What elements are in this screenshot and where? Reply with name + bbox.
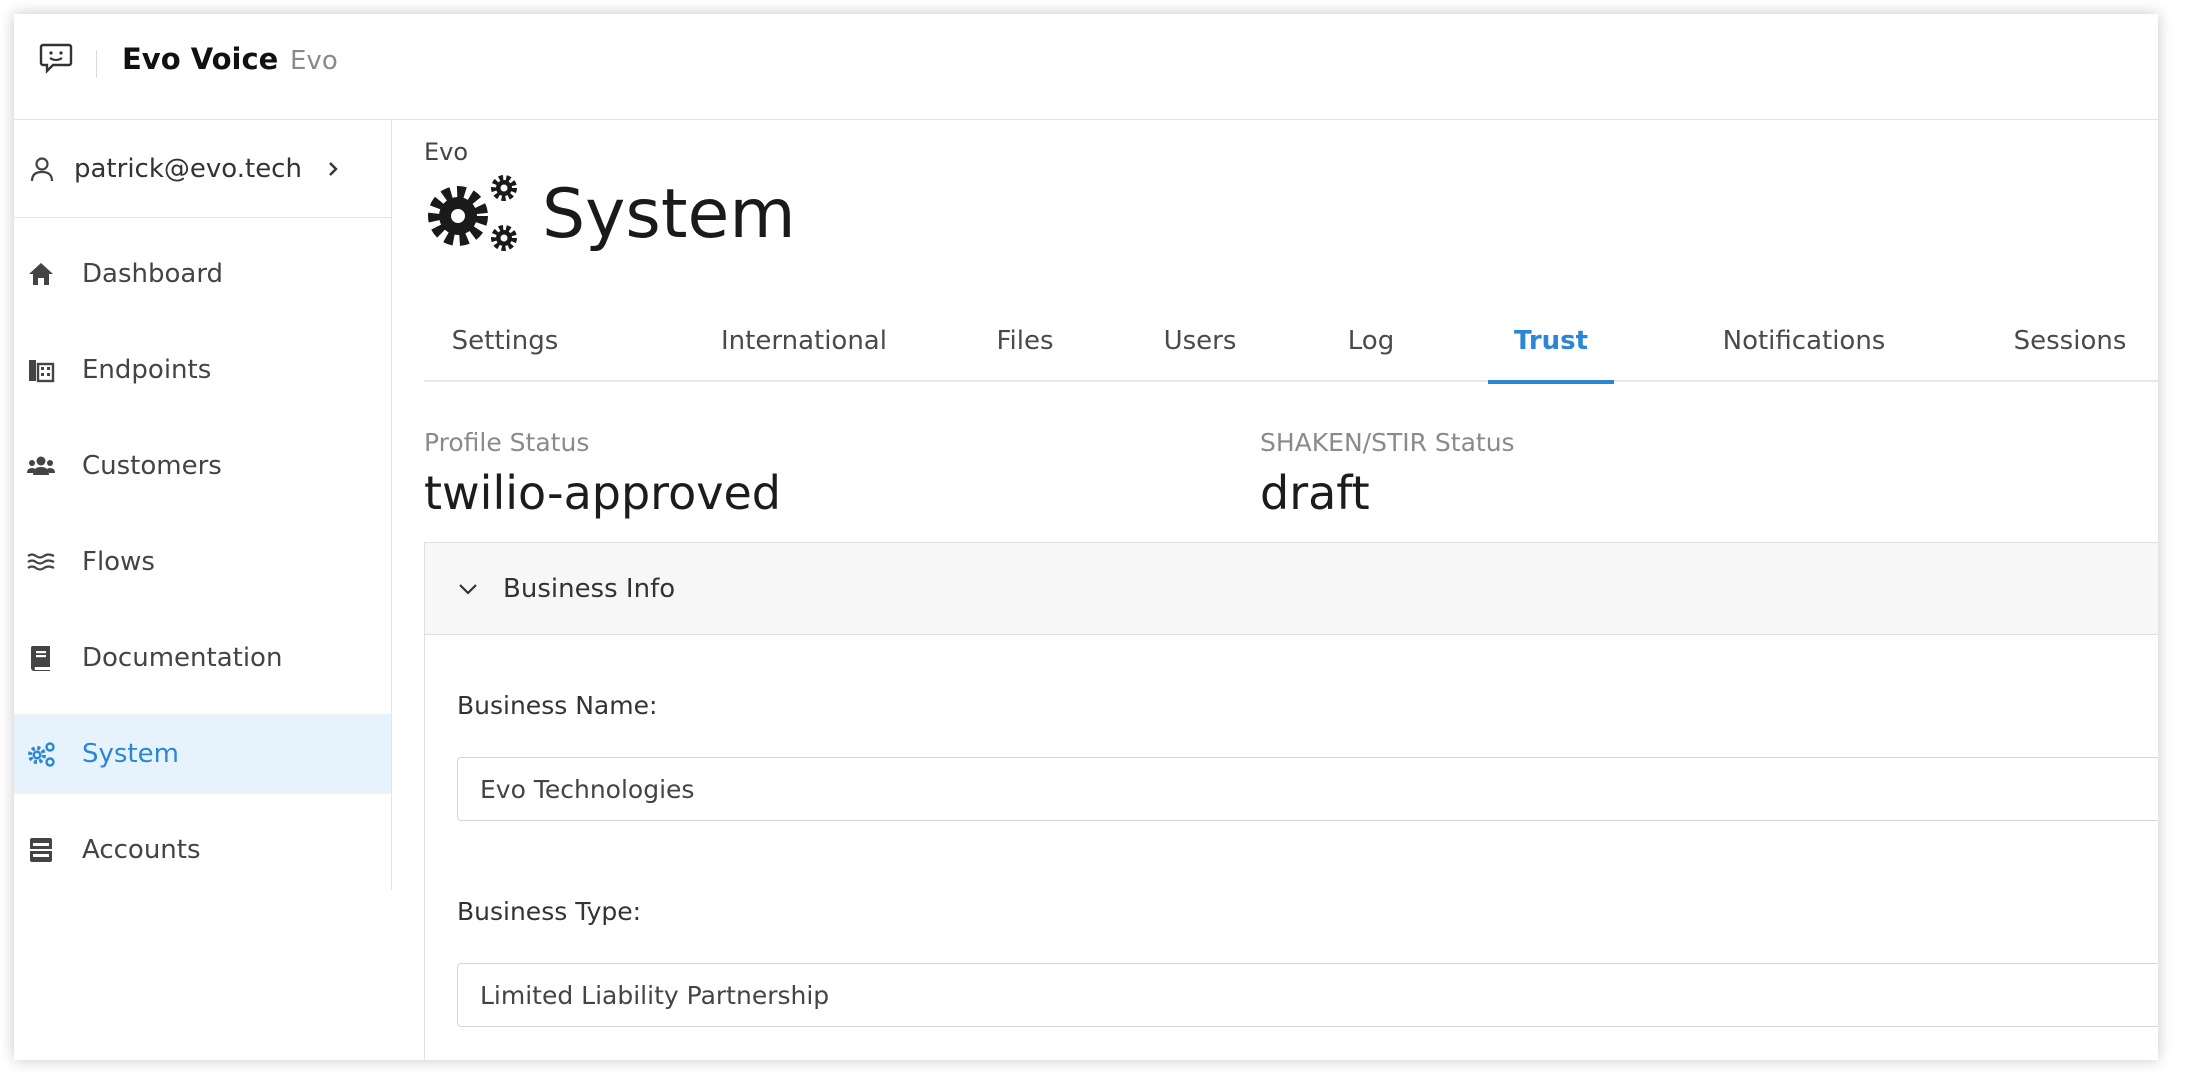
sidebar-item-label: Endpoints xyxy=(82,355,212,385)
sidebar-item-accounts[interactable]: Accounts xyxy=(14,810,391,890)
top-divider xyxy=(96,50,97,78)
app-title[interactable]: Evo Voice xyxy=(122,42,278,76)
chevron-right-icon xyxy=(329,161,338,176)
business-type-select[interactable] xyxy=(457,963,2158,1027)
tab-trust[interactable]: Trust xyxy=(1488,310,1614,384)
tab-bar: Settings International Files Users Log T… xyxy=(424,310,2158,384)
chat-logo-icon[interactable] xyxy=(39,42,73,74)
main-content: Evo System Settings International Files … xyxy=(424,120,2158,1060)
gears-icon xyxy=(28,742,55,767)
page-title: System xyxy=(424,172,796,256)
sidebar-item-label: Accounts xyxy=(82,835,201,865)
sidebar-item-system[interactable]: System xyxy=(14,714,391,794)
sidebar-item-label: Customers xyxy=(82,451,222,481)
business-info-header[interactable]: Business Info xyxy=(425,543,2158,635)
sidebar-item-label: Dashboard xyxy=(82,259,224,289)
page-title-text: System xyxy=(542,174,796,254)
shaken-status-value: draft xyxy=(1260,466,1370,520)
tab-settings[interactable]: Settings xyxy=(424,310,586,382)
sidebar-item-flows[interactable]: Flows xyxy=(14,522,391,602)
sidebar: patrick@evo.tech Dashboard Endpoints Cus… xyxy=(14,120,392,890)
sidebar-item-label: Documentation xyxy=(82,643,283,673)
business-type-label: Business Type: xyxy=(457,897,642,926)
shaken-status-label: SHAKEN/STIR Status xyxy=(1260,428,1515,457)
chevron-down-icon xyxy=(459,583,477,595)
user-icon xyxy=(30,156,54,181)
tab-notifications[interactable]: Notifications xyxy=(1689,310,1919,382)
business-info-panel: Business Info Business Name: Business Ty… xyxy=(424,542,2158,1060)
business-name-label: Business Name: xyxy=(457,691,658,720)
app-subtitle: Evo xyxy=(290,46,338,76)
tab-log[interactable]: Log xyxy=(1324,310,1418,382)
breadcrumb[interactable]: Evo xyxy=(424,138,468,166)
sidebar-item-customers[interactable]: Customers xyxy=(14,426,391,506)
tab-files[interactable]: Files xyxy=(970,310,1080,382)
home-icon xyxy=(29,263,53,285)
profile-status-label: Profile Status xyxy=(424,428,590,457)
panel-title: Business Info xyxy=(503,573,676,604)
business-name-input[interactable] xyxy=(457,757,2158,821)
flows-icon xyxy=(27,553,55,571)
gears-icon xyxy=(428,175,517,251)
sidebar-item-endpoints[interactable]: Endpoints xyxy=(14,330,391,410)
tab-users[interactable]: Users xyxy=(1137,310,1263,382)
sidebar-item-label: System xyxy=(82,739,179,769)
sidebar-item-label: Flows xyxy=(82,547,155,577)
sidebar-item-documentation[interactable]: Documentation xyxy=(14,618,391,698)
accounts-icon xyxy=(30,838,52,862)
tab-international[interactable]: International xyxy=(686,310,922,382)
tab-sessions[interactable]: Sessions xyxy=(1988,310,2152,382)
user-email: patrick@evo.tech xyxy=(74,153,302,184)
user-menu[interactable]: patrick@evo.tech xyxy=(14,120,391,218)
endpoints-icon xyxy=(29,360,55,383)
users-icon xyxy=(27,456,55,475)
top-bar: Evo Voice Evo xyxy=(14,14,2158,120)
book-icon xyxy=(30,646,50,671)
app-window: Evo Voice Evo patrick@evo.tech Dashboard xyxy=(14,14,2158,1060)
profile-status-value: twilio-approved xyxy=(424,466,781,520)
sidebar-item-dashboard[interactable]: Dashboard xyxy=(14,234,391,314)
